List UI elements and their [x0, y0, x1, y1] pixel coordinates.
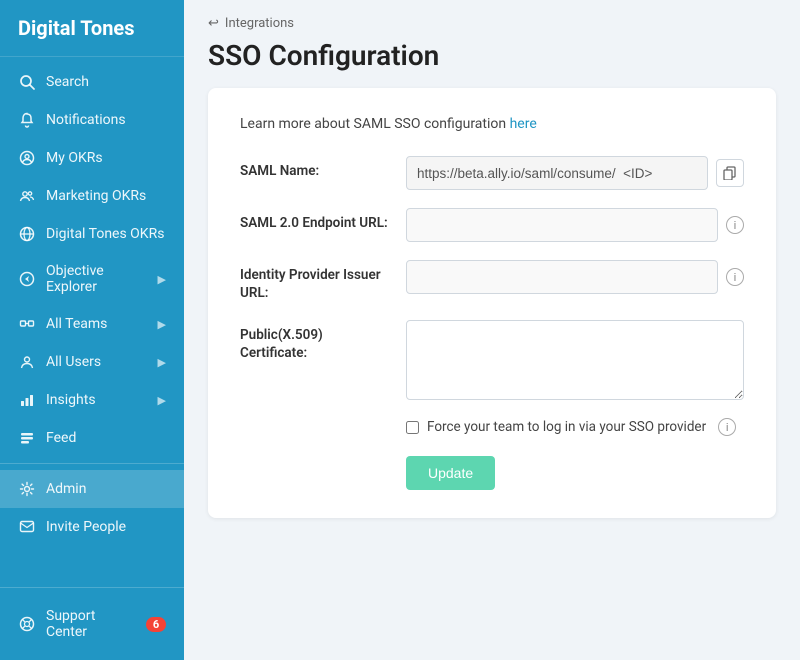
saml-name-row: SAML Name:: [240, 156, 744, 190]
users-icon: [18, 353, 36, 371]
update-button-wrap: Update: [406, 456, 744, 490]
page-title: SSO Configuration: [208, 39, 776, 72]
sidebar-item-label: Admin: [46, 481, 86, 497]
chevron-right-icon: ▶: [158, 394, 166, 407]
sidebar-item-all-users[interactable]: All Users ▶: [0, 343, 184, 381]
breadcrumb: ↩ Integrations: [208, 16, 776, 31]
chart-icon: [18, 391, 36, 409]
saml-name-control: [406, 156, 744, 190]
sso-force-checkbox-row: Force your team to log in via your SSO p…: [406, 418, 744, 436]
compass-icon: [18, 270, 36, 288]
learn-more-link[interactable]: here: [510, 116, 537, 132]
team-icon: [18, 187, 36, 205]
sidebar-item-label: Marketing OKRs: [46, 188, 146, 204]
update-button[interactable]: Update: [406, 456, 495, 490]
sidebar: Digital Tones Search Notifications: [0, 0, 184, 660]
sidebar-item-label: Insights: [46, 392, 96, 408]
saml-name-input[interactable]: [406, 156, 708, 190]
saml-name-label: SAML Name:: [240, 156, 390, 181]
sidebar-item-insights[interactable]: Insights ▶: [0, 381, 184, 419]
certificate-label: Public(X.509) Certificate:: [240, 320, 390, 362]
sidebar-item-my-okrs[interactable]: My OKRs: [0, 139, 184, 177]
sidebar-item-invite-people[interactable]: Invite People: [0, 508, 184, 546]
breadcrumb-label: Integrations: [225, 16, 294, 31]
app-logo: Digital Tones: [0, 0, 184, 57]
identity-provider-info-icon[interactable]: i: [726, 268, 744, 286]
saml-endpoint-info-icon[interactable]: i: [726, 216, 744, 234]
groups-icon: [18, 315, 36, 333]
bell-icon: [18, 111, 36, 129]
sidebar-item-marketing-okrs[interactable]: Marketing OKRs: [0, 177, 184, 215]
sidebar-item-all-teams[interactable]: All Teams ▶: [0, 305, 184, 343]
sidebar-item-label: Objective Explorer: [46, 263, 148, 295]
sidebar-item-label: All Teams: [46, 316, 107, 332]
saml-endpoint-row: SAML 2.0 Endpoint URL: i: [240, 208, 744, 242]
identity-provider-label: Identity Provider Issuer URL:: [240, 260, 390, 302]
sidebar-item-objective-explorer[interactable]: Objective Explorer ▶: [0, 253, 184, 305]
main-content: ↩ Integrations SSO Configuration Learn m…: [184, 0, 800, 660]
force-sso-checkbox[interactable]: [406, 421, 419, 434]
certificate-row: Public(X.509) Certificate:: [240, 320, 744, 400]
support-icon: [18, 615, 36, 633]
sidebar-item-search[interactable]: Search: [0, 63, 184, 101]
certificate-control: [406, 320, 744, 400]
search-icon: [18, 73, 36, 91]
identity-provider-input[interactable]: [406, 260, 718, 294]
sidebar-nav: Search Notifications My OKRs: [0, 57, 184, 587]
sidebar-divider: [0, 463, 184, 464]
sidebar-item-label: Feed: [46, 430, 76, 446]
sidebar-item-notifications[interactable]: Notifications: [0, 101, 184, 139]
sso-config-card: Learn more about SAML SSO configuration …: [208, 88, 776, 518]
saml-endpoint-input[interactable]: [406, 208, 718, 242]
gear-icon: [18, 480, 36, 498]
chevron-right-icon: ▶: [158, 273, 166, 286]
sidebar-bottom: Support Center 6: [0, 587, 184, 660]
sidebar-item-label: Support Center: [46, 608, 136, 640]
user-circle-icon: [18, 149, 36, 167]
certificate-input[interactable]: [406, 320, 744, 400]
sidebar-item-feed[interactable]: Feed: [0, 419, 184, 457]
sidebar-item-support-center[interactable]: Support Center 6: [0, 598, 184, 650]
identity-provider-control: i: [406, 260, 744, 294]
sidebar-item-label: Digital Tones OKRs: [46, 226, 164, 242]
globe-icon: [18, 225, 36, 243]
sidebar-item-label: Invite People: [46, 519, 126, 535]
learn-more-text: Learn more about SAML SSO configuration …: [240, 116, 744, 132]
identity-provider-row: Identity Provider Issuer URL: i: [240, 260, 744, 302]
force-sso-info-icon[interactable]: i: [718, 418, 736, 436]
sidebar-item-admin[interactable]: Admin: [0, 470, 184, 508]
sidebar-item-label: All Users: [46, 354, 101, 370]
chevron-right-icon: ▶: [158, 356, 166, 369]
sidebar-item-label: Search: [46, 74, 89, 90]
feed-icon: [18, 429, 36, 447]
saml-endpoint-control: i: [406, 208, 744, 242]
sidebar-item-label: My OKRs: [46, 150, 103, 166]
sidebar-item-digital-tones-okrs[interactable]: Digital Tones OKRs: [0, 215, 184, 253]
breadcrumb-arrow: ↩: [208, 16, 219, 31]
sidebar-item-label: Notifications: [46, 112, 126, 128]
saml-endpoint-label: SAML 2.0 Endpoint URL:: [240, 208, 390, 233]
force-sso-label: Force your team to log in via your SSO p…: [427, 419, 706, 435]
invite-icon: [18, 518, 36, 536]
chevron-right-icon: ▶: [158, 318, 166, 331]
copy-button[interactable]: [716, 159, 744, 187]
support-badge: 6: [146, 617, 166, 632]
